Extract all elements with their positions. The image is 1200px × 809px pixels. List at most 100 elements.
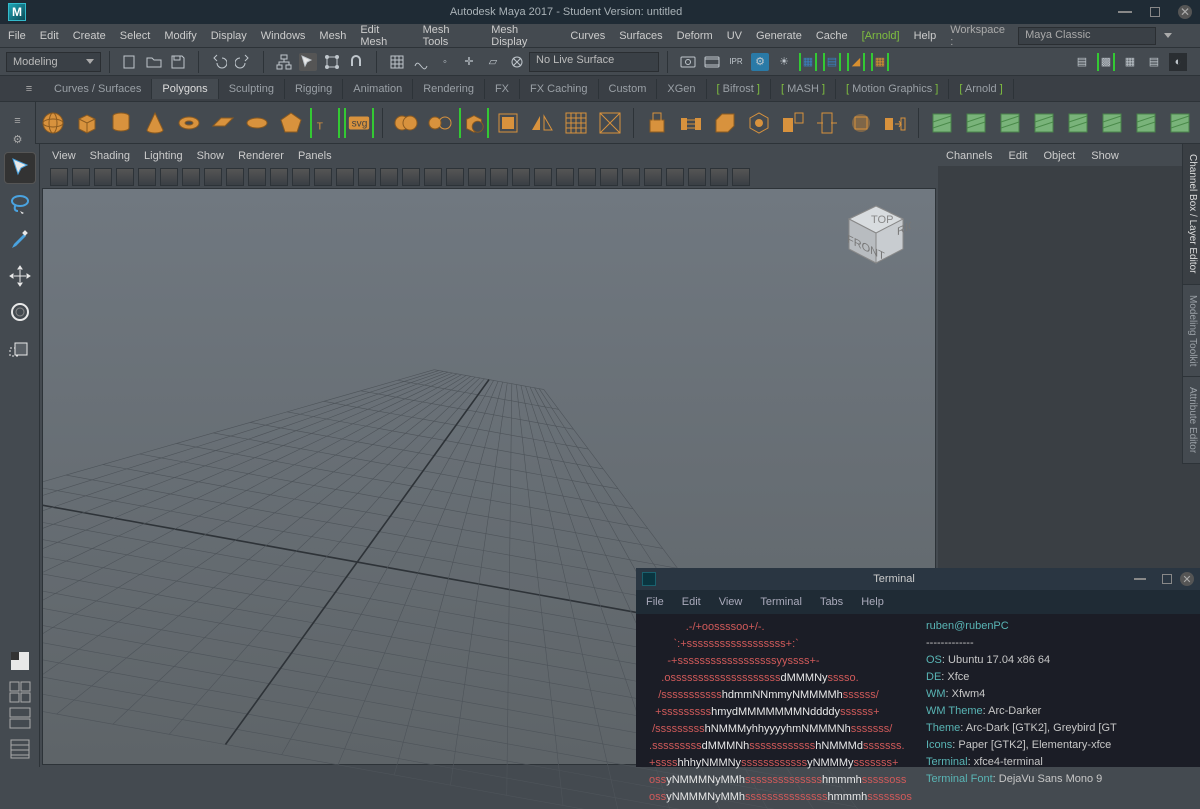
view-cube[interactable]: FRONT RIGHT TOP <box>841 201 911 271</box>
menuset-dropdown[interactable]: Modeling <box>6 52 101 72</box>
shelf-tab-mash[interactable]: MASH <box>771 79 836 99</box>
menu-uv[interactable]: UV <box>727 30 742 42</box>
panel-viewport-color-icon[interactable] <box>666 168 684 186</box>
shelf-tab-rigging[interactable]: Rigging <box>285 79 343 99</box>
menu-surfaces[interactable]: Surfaces <box>619 30 662 42</box>
multicut[interactable] <box>927 108 957 138</box>
snap-icon[interactable] <box>347 53 365 71</box>
panel-shadows-icon[interactable] <box>468 168 486 186</box>
light-editor-icon[interactable]: ☀ <box>775 53 793 71</box>
panel-smooth-shade-icon[interactable] <box>402 168 420 186</box>
panel-lights-icon[interactable] <box>446 168 464 186</box>
open-scene-icon[interactable] <box>145 53 163 71</box>
panel-menu-renderer[interactable]: Renderer <box>238 150 284 162</box>
poly-sphere[interactable] <box>38 108 68 138</box>
target-weld[interactable] <box>961 108 991 138</box>
workspace-caret-icon[interactable] <box>1164 33 1172 38</box>
panel-gate-mask-icon[interactable] <box>292 168 310 186</box>
panel-gamma-icon[interactable] <box>710 168 728 186</box>
terminal-titlebar[interactable]: Terminal ✕ <box>636 568 1200 590</box>
poly-cylinder[interactable] <box>106 108 136 138</box>
panel-grease-pencil-icon[interactable] <box>160 168 178 186</box>
menu-edit-mesh[interactable]: Edit Mesh <box>360 24 408 48</box>
shelf-tab-arnold[interactable]: Arnold <box>949 79 1013 99</box>
terminal-output[interactable]: .-/+oossssoo+/-.ruben@rubenPC `:+sssssss… <box>636 614 1200 809</box>
term-menu-file[interactable]: File <box>646 596 664 608</box>
panel-xray-active-icon[interactable] <box>622 168 640 186</box>
paint-select-tool[interactable] <box>4 224 36 256</box>
menu-modify[interactable]: Modify <box>164 30 196 42</box>
tab-modeling-toolkit[interactable]: Modeling Toolkit <box>1182 285 1200 378</box>
term-menu-help[interactable]: Help <box>861 596 884 608</box>
shelf-handle-icon[interactable]: ≡ <box>14 83 44 95</box>
mirror[interactable] <box>527 108 557 138</box>
workspace-dropdown[interactable]: Maya Classic <box>1018 27 1156 45</box>
menu-edit[interactable]: Edit <box>40 30 59 42</box>
snap-projected-icon[interactable]: ✛ <box>460 53 478 71</box>
menu-cache[interactable]: Cache <box>816 30 848 42</box>
panel-menu-panels[interactable]: Panels <box>298 150 332 162</box>
panel-textured-icon[interactable] <box>424 168 442 186</box>
select-hierarchy-icon[interactable] <box>275 53 293 71</box>
poly-disc[interactable] <box>242 108 272 138</box>
panel-grease-size-icon[interactable] <box>204 168 222 186</box>
node-editor-icon[interactable]: ▦ <box>1121 53 1139 71</box>
panel-menu-view[interactable]: View <box>52 150 76 162</box>
panel-lock-camera-icon[interactable] <box>72 168 90 186</box>
panel-image-plane-icon[interactable] <box>116 168 134 186</box>
select-component-icon[interactable] <box>323 53 341 71</box>
tab-channel-box[interactable]: Channel Box / Layer Editor <box>1182 144 1200 285</box>
scale-tool[interactable] <box>4 332 36 364</box>
undo-icon[interactable] <box>210 53 228 71</box>
term-menu-tabs[interactable]: Tabs <box>820 596 843 608</box>
minimize-icon[interactable] <box>1118 11 1132 13</box>
chan-show[interactable]: Show <box>1091 150 1119 162</box>
extrude[interactable] <box>642 108 672 138</box>
live-surface-field[interactable]: No Live Surface <box>529 52 659 72</box>
panel-wireframe-icon[interactable] <box>380 168 398 186</box>
smooth-proxy[interactable] <box>846 108 876 138</box>
chan-channels[interactable]: Channels <box>946 150 992 162</box>
render-setup-icon[interactable]: ⚙ <box>751 53 769 71</box>
shelf-tab-fx[interactable]: FX <box>485 79 520 99</box>
bridge[interactable] <box>676 108 706 138</box>
script-editor-icon[interactable]: ▤ <box>1145 53 1163 71</box>
shelf-tab-rendering[interactable]: Rendering <box>413 79 485 99</box>
panel-film-gate-icon[interactable] <box>248 168 266 186</box>
smooth[interactable] <box>493 108 523 138</box>
select-object-icon[interactable] <box>299 53 317 71</box>
save-scene-icon[interactable] <box>169 53 187 71</box>
menu-curves[interactable]: Curves <box>570 30 605 42</box>
menu-file[interactable]: File <box>8 30 26 42</box>
outliner-toggle-icon[interactable] <box>4 733 36 765</box>
quad-draw[interactable] <box>1165 108 1195 138</box>
hypershade-icon[interactable]: ▦ <box>799 53 817 71</box>
titlebar[interactable]: M Autodesk Maya 2017 - Student Version: … <box>0 0 1200 24</box>
terminal-close-icon[interactable]: ✕ <box>1180 572 1194 586</box>
menu-arnold[interactable]: Arnold <box>862 30 900 42</box>
shelf-tab-xgen[interactable]: XGen <box>657 79 706 99</box>
poly-cone[interactable] <box>140 108 170 138</box>
menu-create[interactable]: Create <box>73 30 106 42</box>
panel-2d-pan-icon[interactable] <box>138 168 156 186</box>
poly-type[interactable]: T <box>310 108 340 138</box>
panel-anti-alias-icon[interactable] <box>534 168 552 186</box>
render-setup-window-icon[interactable]: ▤ <box>823 53 841 71</box>
panel-menu-shading[interactable]: Shading <box>90 150 130 162</box>
panel-safe-action-icon[interactable] <box>336 168 354 186</box>
panel-motion-blur-icon[interactable] <box>512 168 530 186</box>
snap-curve-icon[interactable] <box>412 53 430 71</box>
panel-grid-icon[interactable] <box>226 168 244 186</box>
render-frame-icon[interactable] <box>703 53 721 71</box>
layout-four-icon[interactable] <box>4 681 36 703</box>
panel-xray-joints-icon[interactable] <box>600 168 618 186</box>
render-view-icon[interactable] <box>679 53 697 71</box>
outliner-icon[interactable]: ▤ <box>1073 53 1091 71</box>
poly-svg[interactable]: svg <box>344 108 374 138</box>
panel-dof-icon[interactable] <box>556 168 574 186</box>
menu-generate[interactable]: Generate <box>756 30 802 42</box>
insert-edgeloop[interactable] <box>1029 108 1059 138</box>
shelf-menu-icon[interactable]: ≡ <box>9 114 27 128</box>
panel-ao-icon[interactable] <box>490 168 508 186</box>
poly-plane[interactable] <box>208 108 238 138</box>
